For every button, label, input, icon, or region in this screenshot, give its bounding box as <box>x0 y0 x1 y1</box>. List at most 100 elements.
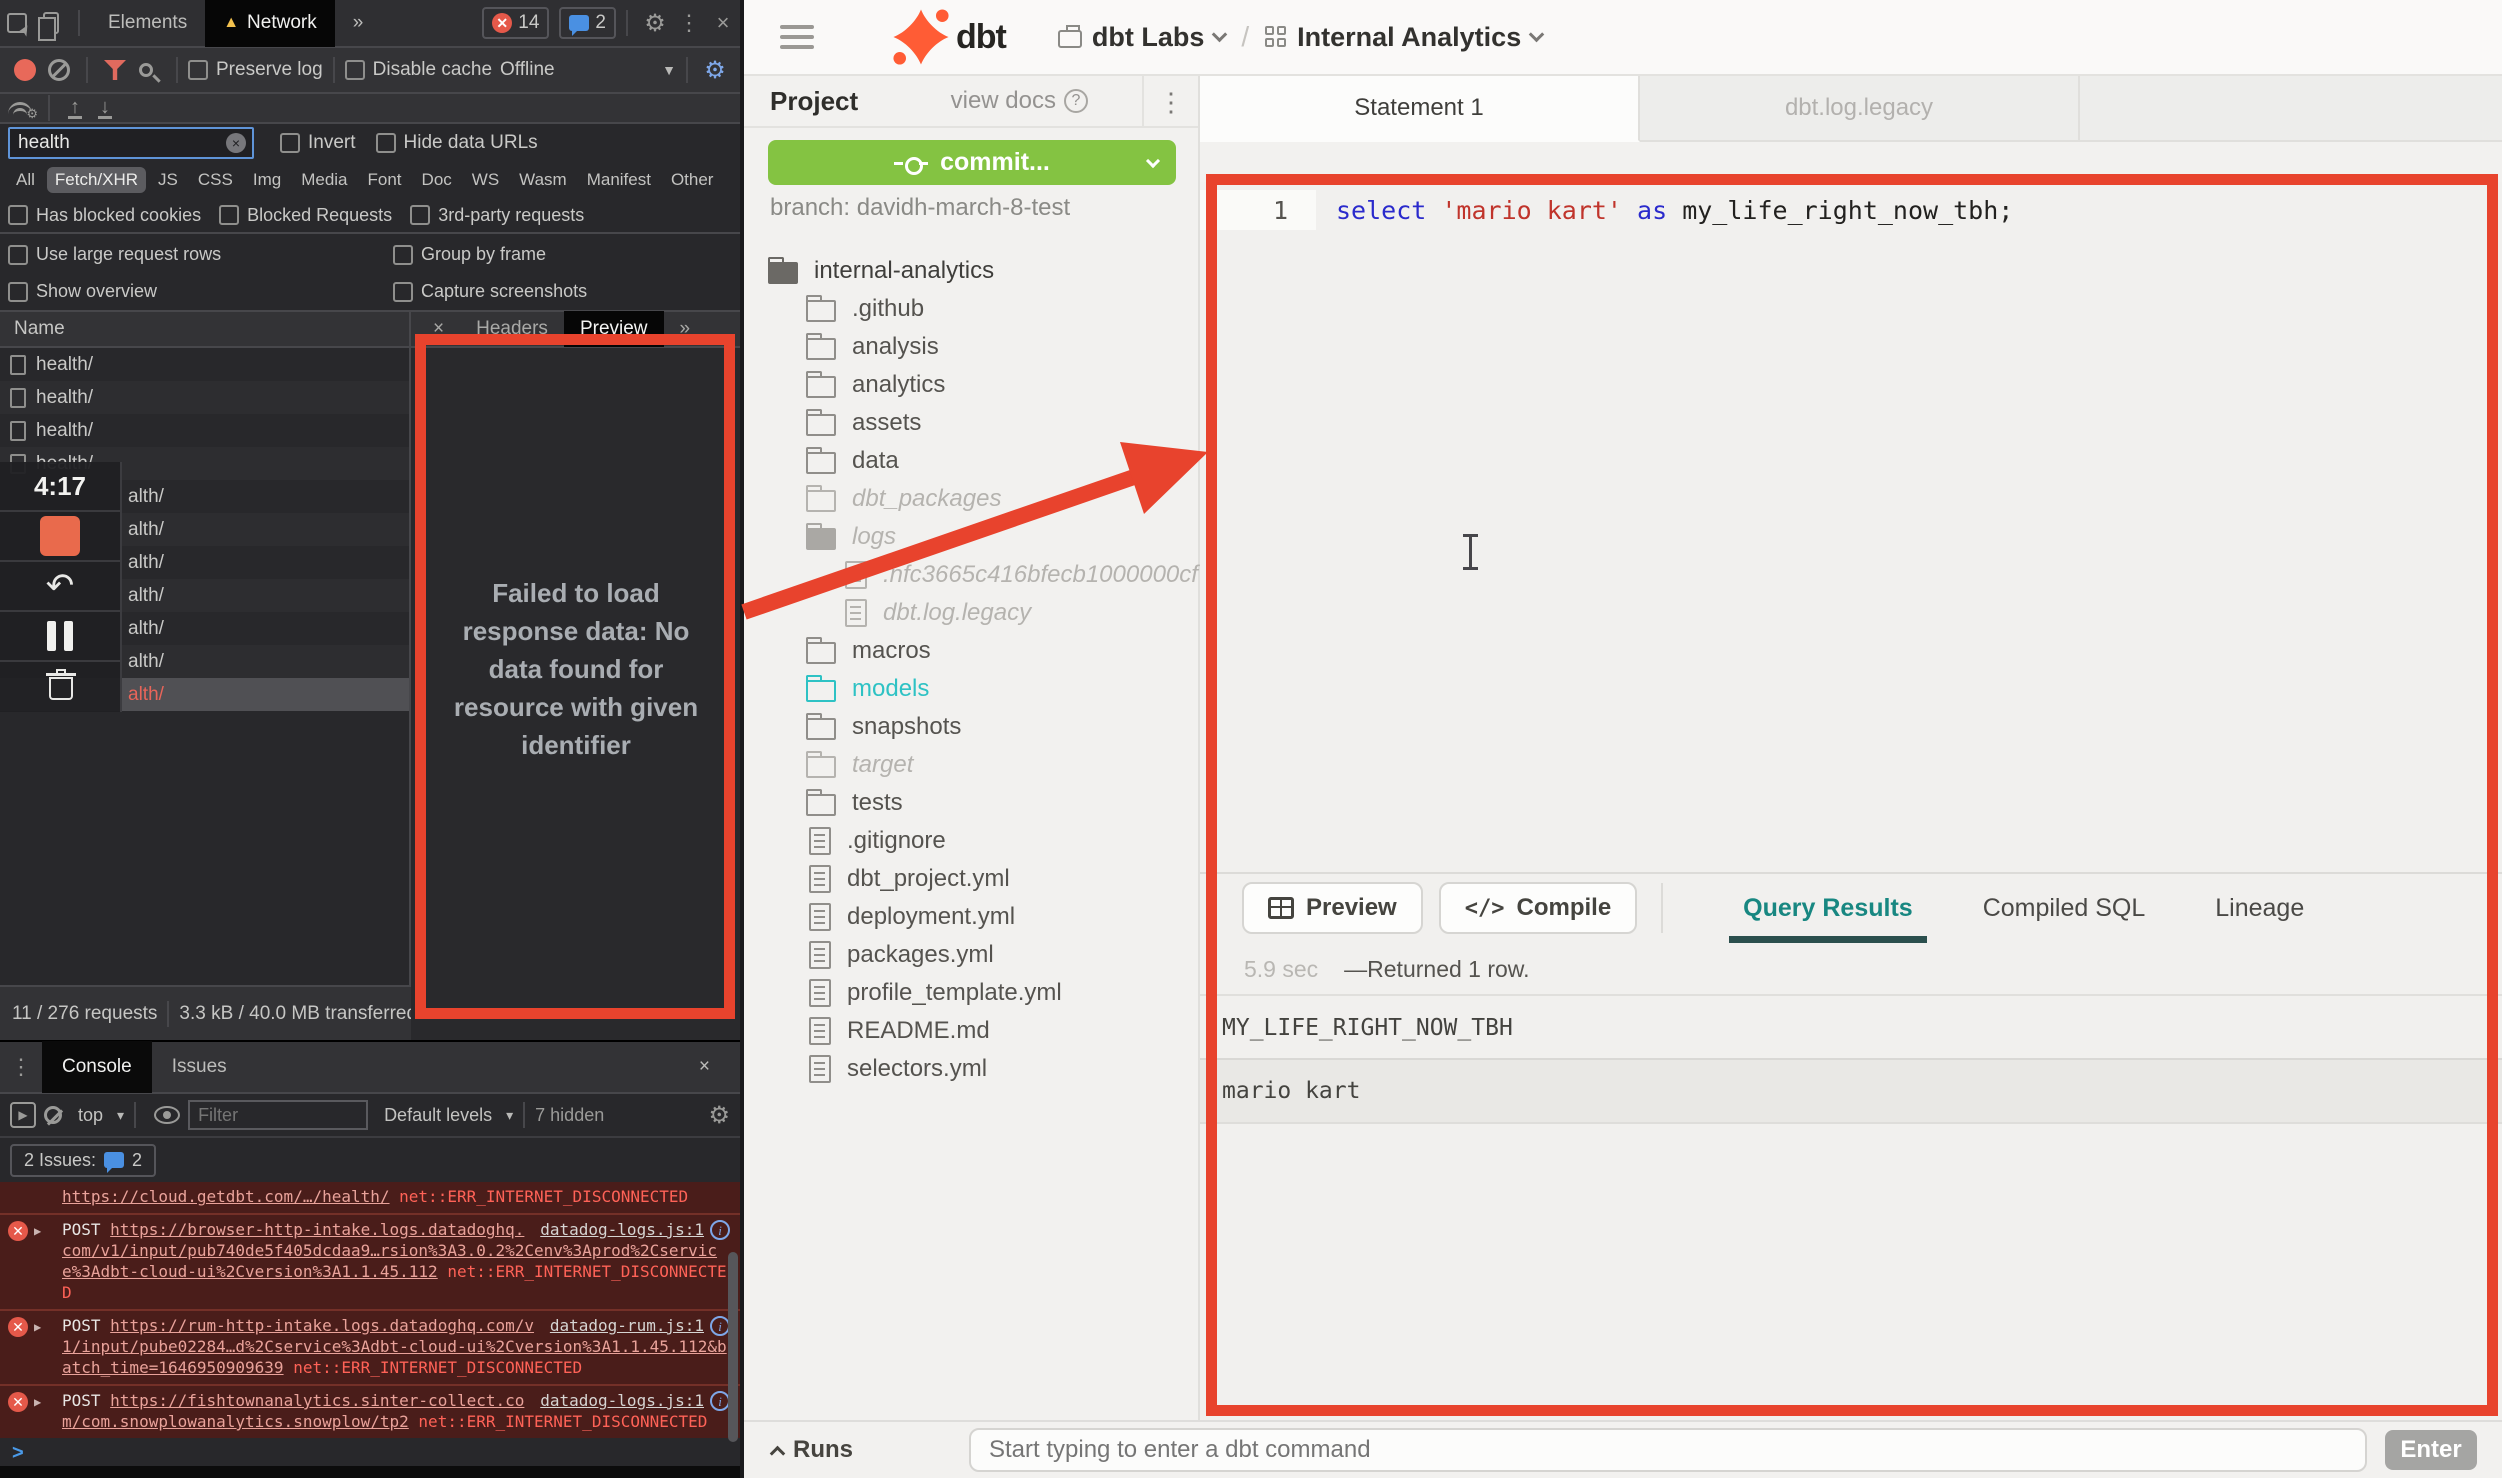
code-editor[interactable]: 1 select 'mario kart' as my_life_right_n… <box>1200 182 2502 1420</box>
invert-checkbox[interactable] <box>280 133 300 153</box>
expand-caret-icon[interactable]: ▶ <box>34 1392 41 1413</box>
option-checkbox-item[interactable]: Group by frame <box>393 244 732 265</box>
info-icon[interactable]: i <box>710 1316 730 1336</box>
console-sidebar-icon[interactable]: ▶ <box>10 1102 36 1128</box>
hide-data-urls-checkbox[interactable] <box>376 133 396 153</box>
network-settings-gear-icon[interactable]: ⚙ <box>698 53 732 87</box>
close-detail-icon[interactable]: × <box>417 311 460 347</box>
issues-chip[interactable]: 2 Issues: 2 <box>10 1144 156 1177</box>
console-filter-input[interactable] <box>188 1100 368 1130</box>
tree-item[interactable]: selectors.yml <box>744 1050 1200 1088</box>
chevron-down-icon[interactable] <box>1146 153 1160 167</box>
tree-item[interactable]: target <box>744 746 1200 784</box>
type-chip[interactable]: All <box>8 167 43 193</box>
tree-item[interactable]: .gitignore <box>744 822 1200 860</box>
source-link[interactable]: datadog-rum.js:1 <box>550 1315 704 1336</box>
close-drawer-icon[interactable]: × <box>679 1041 730 1093</box>
account-switcher[interactable]: dbt Labs <box>1058 22 1226 53</box>
option-checkbox-item[interactable]: Show overview <box>8 281 393 302</box>
request-url-link[interactable]: https://cloud.getdbt.com/…/health/ <box>62 1187 390 1206</box>
dbt-command-input[interactable] <box>969 1428 2367 1472</box>
settings-gear-icon[interactable]: ⚙ <box>638 6 672 40</box>
tree-item[interactable]: tests <box>744 784 1200 822</box>
checkbox[interactable] <box>8 282 28 302</box>
more-tabs-icon[interactable]: » <box>335 0 382 47</box>
results-row[interactable]: mario kart <box>1200 1060 2502 1124</box>
delete-recording-button[interactable] <box>0 655 122 715</box>
option-checkbox-item[interactable]: Capture screenshots <box>393 281 732 302</box>
preview-button[interactable]: Preview <box>1242 882 1423 934</box>
network-filter-input[interactable] <box>8 127 254 159</box>
dbt-logo[interactable]: dbt <box>892 8 1006 66</box>
clear-icon[interactable] <box>42 53 76 87</box>
console-prompt[interactable]: > <box>0 1438 740 1468</box>
expand-caret-icon[interactable]: ▶ <box>34 1221 41 1242</box>
tree-item[interactable]: dbt.log.legacy <box>744 594 1200 632</box>
live-expression-eye-icon[interactable] <box>154 1106 180 1124</box>
device-toolbar-icon[interactable] <box>34 6 68 40</box>
tab-preview[interactable]: Preview <box>564 311 664 347</box>
info-icon[interactable]: i <box>710 1391 730 1411</box>
tree-item[interactable]: dbt_packages <box>744 480 1200 518</box>
checkbox[interactable] <box>8 205 28 225</box>
type-chip[interactable]: Other <box>663 167 722 193</box>
restart-recording-button[interactable]: ↶ <box>0 562 120 612</box>
console-error[interactable]: ✕ ▶ datadog-rum.js:1 i POST https://rum-… <box>0 1309 740 1384</box>
runs-toggle[interactable]: Runs <box>772 1436 853 1464</box>
tree-item[interactable]: logs <box>744 518 1200 556</box>
tab-compiled-sql[interactable]: Compiled SQL <box>1983 873 2146 943</box>
filter-funnel-icon[interactable] <box>98 53 132 87</box>
kebab-menu-icon[interactable]: ⋮ <box>672 6 706 40</box>
tab-issues[interactable]: Issues <box>152 1041 247 1093</box>
type-chip[interactable]: Manifest <box>579 167 659 193</box>
tab-network[interactable]: ▲ Network <box>205 0 335 47</box>
console-error[interactable]: ✕ ▶ i https://cloud.getdbt.com/…/health/… <box>0 1182 740 1213</box>
tree-item[interactable]: data <box>744 442 1200 480</box>
checkbox[interactable] <box>410 205 430 225</box>
tree-item[interactable]: deployment.yml <box>744 898 1200 936</box>
drawer-kebab-icon[interactable]: ⋮ <box>10 1054 32 1080</box>
type-chip[interactable]: JS <box>150 167 186 193</box>
checkbox[interactable] <box>393 245 413 265</box>
tab-headers[interactable]: Headers <box>460 311 564 347</box>
tree-item[interactable]: analysis <box>744 328 1200 366</box>
project-switcher[interactable]: Internal Analytics <box>1265 22 1542 53</box>
checkbox[interactable] <box>393 282 413 302</box>
tree-item[interactable]: .nfc3665c416bfecb1000000cf <box>744 556 1200 594</box>
compile-button[interactable]: </> Compile <box>1439 882 1637 934</box>
issues-badge[interactable]: 2 <box>559 7 616 39</box>
console-error[interactable]: ✕ ▶ datadog-logs.js:1 i POST https://bro… <box>0 1213 740 1309</box>
filter-checkbox-item[interactable]: 3rd-party requests <box>410 205 584 226</box>
tree-item[interactable]: assets <box>744 404 1200 442</box>
name-column-header[interactable]: Name <box>0 312 409 348</box>
tree-item[interactable]: macros <box>744 632 1200 670</box>
type-chip[interactable]: Media <box>293 167 355 193</box>
tree-item[interactable]: .github <box>744 290 1200 328</box>
preserve-log-checkbox[interactable] <box>188 60 208 80</box>
tab-console[interactable]: Console <box>42 1041 152 1093</box>
inspect-icon[interactable] <box>0 6 34 40</box>
console-settings-gear-icon[interactable]: ⚙ <box>708 1101 730 1130</box>
stop-recording-button[interactable] <box>0 512 120 562</box>
throttling-select[interactable]: Offline <box>500 59 555 81</box>
type-chip[interactable]: Wasm <box>511 167 575 193</box>
tab-query-results[interactable]: Query Results <box>1743 873 1913 943</box>
type-chip[interactable]: Img <box>245 167 289 193</box>
source-link[interactable]: datadog-logs.js:1 <box>540 1390 704 1411</box>
tree-item[interactable]: internal-analytics <box>744 252 1200 290</box>
execution-context-select[interactable]: top <box>78 1105 103 1126</box>
type-chip[interactable]: Fetch/XHR <box>47 167 146 193</box>
option-checkbox-item[interactable]: Use large request rows <box>8 244 393 265</box>
tab-statement-1[interactable]: Statement 1 <box>1200 76 1640 142</box>
record-icon[interactable] <box>8 53 42 87</box>
search-icon[interactable] <box>132 53 166 87</box>
source-link[interactable]: datadog-logs.js:1 <box>540 1219 704 1240</box>
type-chip[interactable]: CSS <box>190 167 241 193</box>
export-har-icon[interactable]: ↓ <box>98 98 112 119</box>
checkbox[interactable] <box>219 205 239 225</box>
network-request-row[interactable]: health/ <box>0 381 409 414</box>
disable-cache-checkbox[interactable] <box>345 60 365 80</box>
type-chip[interactable]: Doc <box>414 167 460 193</box>
commit-button[interactable]: commit... <box>768 140 1176 185</box>
throttling-caret-icon[interactable]: ▼ <box>662 62 676 78</box>
